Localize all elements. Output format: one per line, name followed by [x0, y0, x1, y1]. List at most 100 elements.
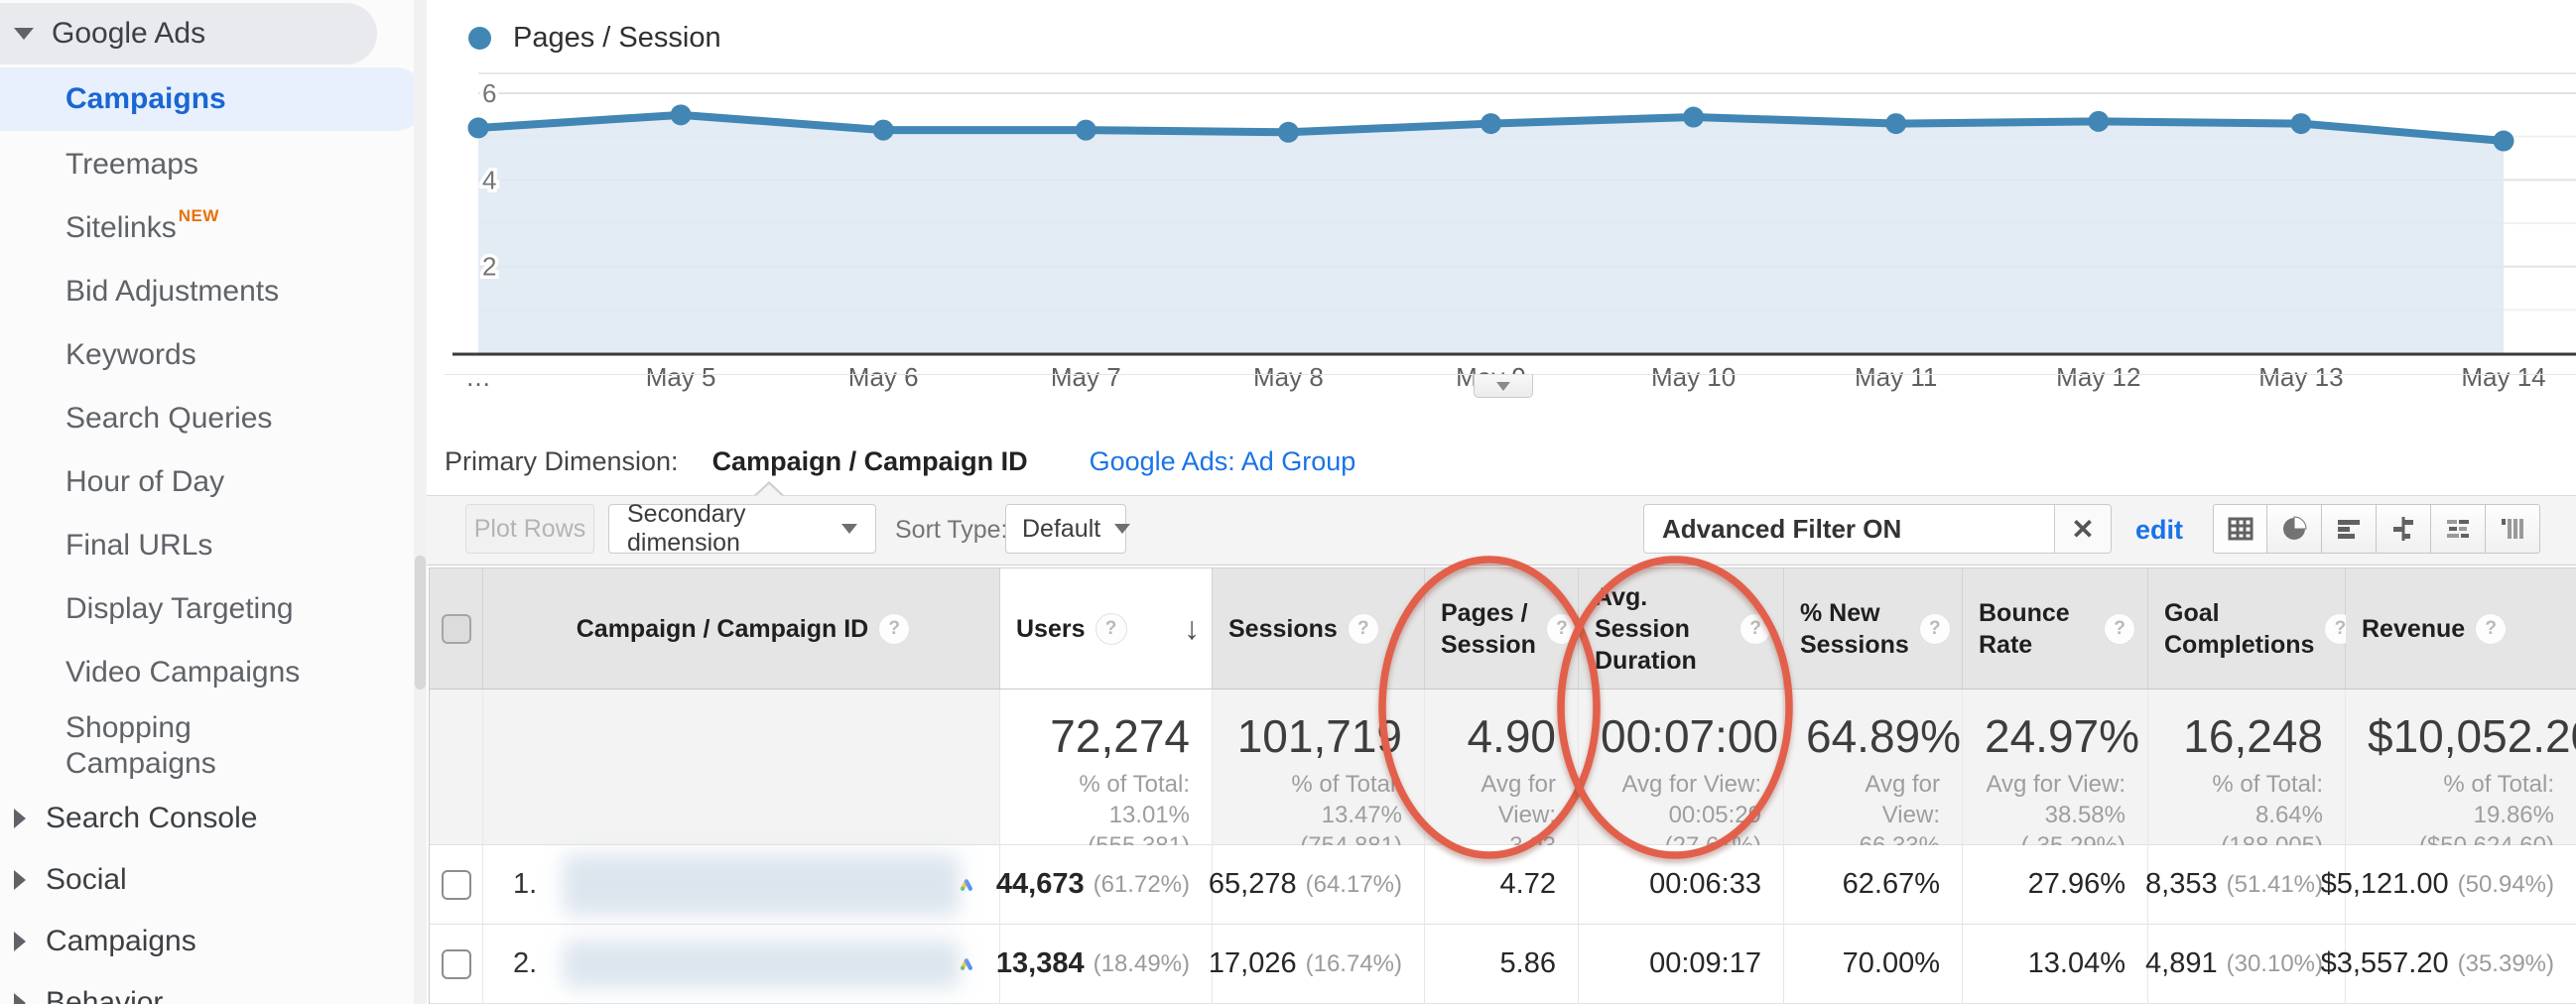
column-header-pages-session[interactable]: Pages / Session? [1425, 567, 1579, 690]
sidebar-item-keywords[interactable]: Keywords [0, 323, 427, 387]
data-point[interactable] [468, 117, 489, 138]
sidebar-item-label: Sitelinks [65, 211, 177, 245]
column-header-campaign-campaign-id[interactable]: Campaign / Campaign ID? [483, 567, 1000, 690]
sidebar: Google AdsCampaignsTreemapsSitelinksNEWB… [0, 0, 427, 1004]
metric-value: 13,384 [996, 947, 1085, 980]
metric-value: 13.04% [2028, 947, 2125, 980]
sidebar-scrollbar[interactable] [414, 0, 427, 1004]
cell-sessions: 65,278(64.17%) [1213, 845, 1425, 925]
summary-value: 72,274 [1022, 709, 1190, 763]
sidebar-item-treemaps[interactable]: Treemaps [0, 133, 427, 196]
secondary-dimension-dropdown[interactable]: Secondary dimension [608, 504, 876, 554]
column-header-sessions[interactable]: Sessions? [1213, 567, 1425, 690]
advanced-filter-box[interactable]: Advanced Filter ON ✕ [1643, 504, 2112, 554]
metric-value: 00:06:33 [1649, 868, 1761, 901]
cell-revenue: $3,557.20(35.39%) [2346, 925, 2576, 1004]
table-row: 2.13,384(18.49%)17,026(16.74%)5.8600:09:… [430, 925, 2576, 1004]
dimension-ad-group-link[interactable]: Google Ads: Ad Group [1090, 446, 1356, 477]
cell-goal-completions: 4,891(30.10%) [2148, 925, 2346, 1004]
sidebar-item-sitelinks[interactable]: SitelinksNEW [0, 196, 427, 260]
sidebar-item-label: Video Campaigns [65, 656, 300, 690]
annotations-drawer-toggle[interactable] [1474, 374, 1533, 398]
sidebar-item-campaigns[interactable]: Campaigns [0, 911, 427, 972]
sidebar-item-social[interactable]: Social [0, 849, 427, 911]
metric-percent: (51.41%) [2227, 871, 2323, 899]
select-all-checkbox[interactable] [442, 614, 471, 644]
data-point[interactable] [2494, 131, 2514, 152]
plot-rows-button[interactable]: Plot Rows [465, 504, 594, 554]
help-icon[interactable]: ? [1919, 613, 1951, 645]
help-icon[interactable]: ? [1348, 613, 1379, 645]
column-header-avg-session-duration[interactable]: Avg. Session Duration? [1579, 567, 1784, 690]
summary-campaign-cell [483, 690, 1000, 845]
edit-filter-link[interactable]: edit [2135, 496, 2183, 565]
scrollbar-thumb[interactable] [415, 556, 426, 690]
percentage-view-button[interactable] [2267, 504, 2322, 554]
help-icon[interactable]: ? [1095, 613, 1127, 645]
performance-view-button[interactable] [2322, 504, 2377, 554]
new-badge: NEW [179, 206, 219, 226]
data-point[interactable] [671, 104, 692, 125]
sidebar-item-final-urls[interactable]: Final URLs [0, 514, 427, 577]
column-header-revenue[interactable]: Revenue? [2346, 567, 2576, 690]
column-header-new-sessions[interactable]: % New Sessions? [1784, 567, 1963, 690]
y-axis-tick: 4 [482, 165, 496, 194]
sidebar-item-label: Treemaps [65, 148, 198, 182]
metric-value: 44,673 [996, 868, 1085, 901]
metric-value: 4,891 [2145, 947, 2218, 980]
sidebar-item-display-targeting[interactable]: Display Targeting [0, 577, 427, 641]
summary-empty-cell [430, 690, 483, 845]
data-point[interactable] [1278, 122, 1299, 143]
sidebar-item-label: Behavior [46, 986, 163, 1004]
comparison-view-icon [2388, 514, 2418, 544]
column-header-label: Avg. Session Duration [1595, 581, 1730, 677]
data-point[interactable] [1683, 107, 1704, 128]
row-checkbox[interactable] [442, 870, 471, 900]
metric-value: 00:09:17 [1649, 947, 1761, 980]
data-point[interactable] [1076, 120, 1096, 141]
pivot-view-icon [2498, 514, 2527, 544]
sidebar-item-search-queries[interactable]: Search Queries [0, 387, 427, 450]
sidebar-item-hour-of-day[interactable]: Hour of Day [0, 450, 427, 514]
cell-sessions: 17,026(16.74%) [1213, 925, 1425, 1004]
sidebar-item-campaigns[interactable]: Campaigns [0, 67, 427, 131]
sidebar-item-shopping-campaigns[interactable]: Shopping Campaigns [0, 704, 427, 788]
help-icon[interactable]: ? [1739, 613, 1771, 645]
data-point[interactable] [1481, 113, 1501, 134]
sidebar-item-video-campaigns[interactable]: Video Campaigns [0, 641, 427, 704]
sidebar-item-bid-adjustments[interactable]: Bid Adjustments [0, 260, 427, 323]
column-header-label: % New Sessions [1800, 597, 1909, 661]
sidebar-item-google-ads[interactable]: Google Ads [0, 3, 377, 64]
help-icon[interactable]: ? [878, 613, 910, 645]
term-cloud-view-button[interactable] [2431, 504, 2486, 554]
data-point[interactable] [2088, 111, 2109, 132]
sidebar-item-label: Shopping Campaigns [65, 710, 314, 782]
clear-filter-button[interactable]: ✕ [2054, 505, 2111, 553]
column-header-users[interactable]: Users?↓ [1000, 567, 1213, 690]
data-point[interactable] [873, 120, 894, 141]
table-view-button[interactable] [2213, 504, 2267, 554]
sort-descending-icon[interactable]: ↓ [1184, 610, 1200, 647]
sidebar-item-behavior[interactable]: Behavior [0, 972, 427, 1004]
comparison-view-button[interactable] [2377, 504, 2431, 554]
data-point[interactable] [1885, 113, 1906, 134]
help-icon[interactable]: ? [2104, 613, 2135, 645]
metric-value: 27.96% [2028, 868, 2125, 901]
dimension-campaign-id-tab[interactable]: Campaign / Campaign ID [712, 446, 1028, 477]
row-checkbox[interactable] [442, 949, 471, 979]
help-icon[interactable]: ? [2475, 613, 2507, 645]
summary-goal-completions: 16,248% of Total: 8.64% (188,005) [2148, 690, 2346, 845]
data-point[interactable] [2290, 113, 2311, 134]
sort-type-dropdown[interactable]: Default [1005, 504, 1126, 554]
column-header-label: Bounce Rate [1979, 597, 2094, 661]
help-icon[interactable]: ? [1546, 613, 1578, 645]
x-axis-tick: May 11 [1855, 362, 1937, 392]
cell-users: 44,673(61.72%) [1000, 845, 1213, 925]
pivot-view-button[interactable] [2486, 504, 2540, 554]
sidebar-item-search-console[interactable]: Search Console [0, 788, 427, 849]
column-header-goal-completions[interactable]: Goal Completions? [2148, 567, 2346, 690]
metric-percent: (64.17%) [1306, 871, 1402, 899]
chevron-right-icon [14, 993, 26, 1004]
summary-users: 72,274% of Total: 13.01% (555,381) [1000, 690, 1213, 845]
column-header-bounce-rate[interactable]: Bounce Rate? [1963, 567, 2148, 690]
